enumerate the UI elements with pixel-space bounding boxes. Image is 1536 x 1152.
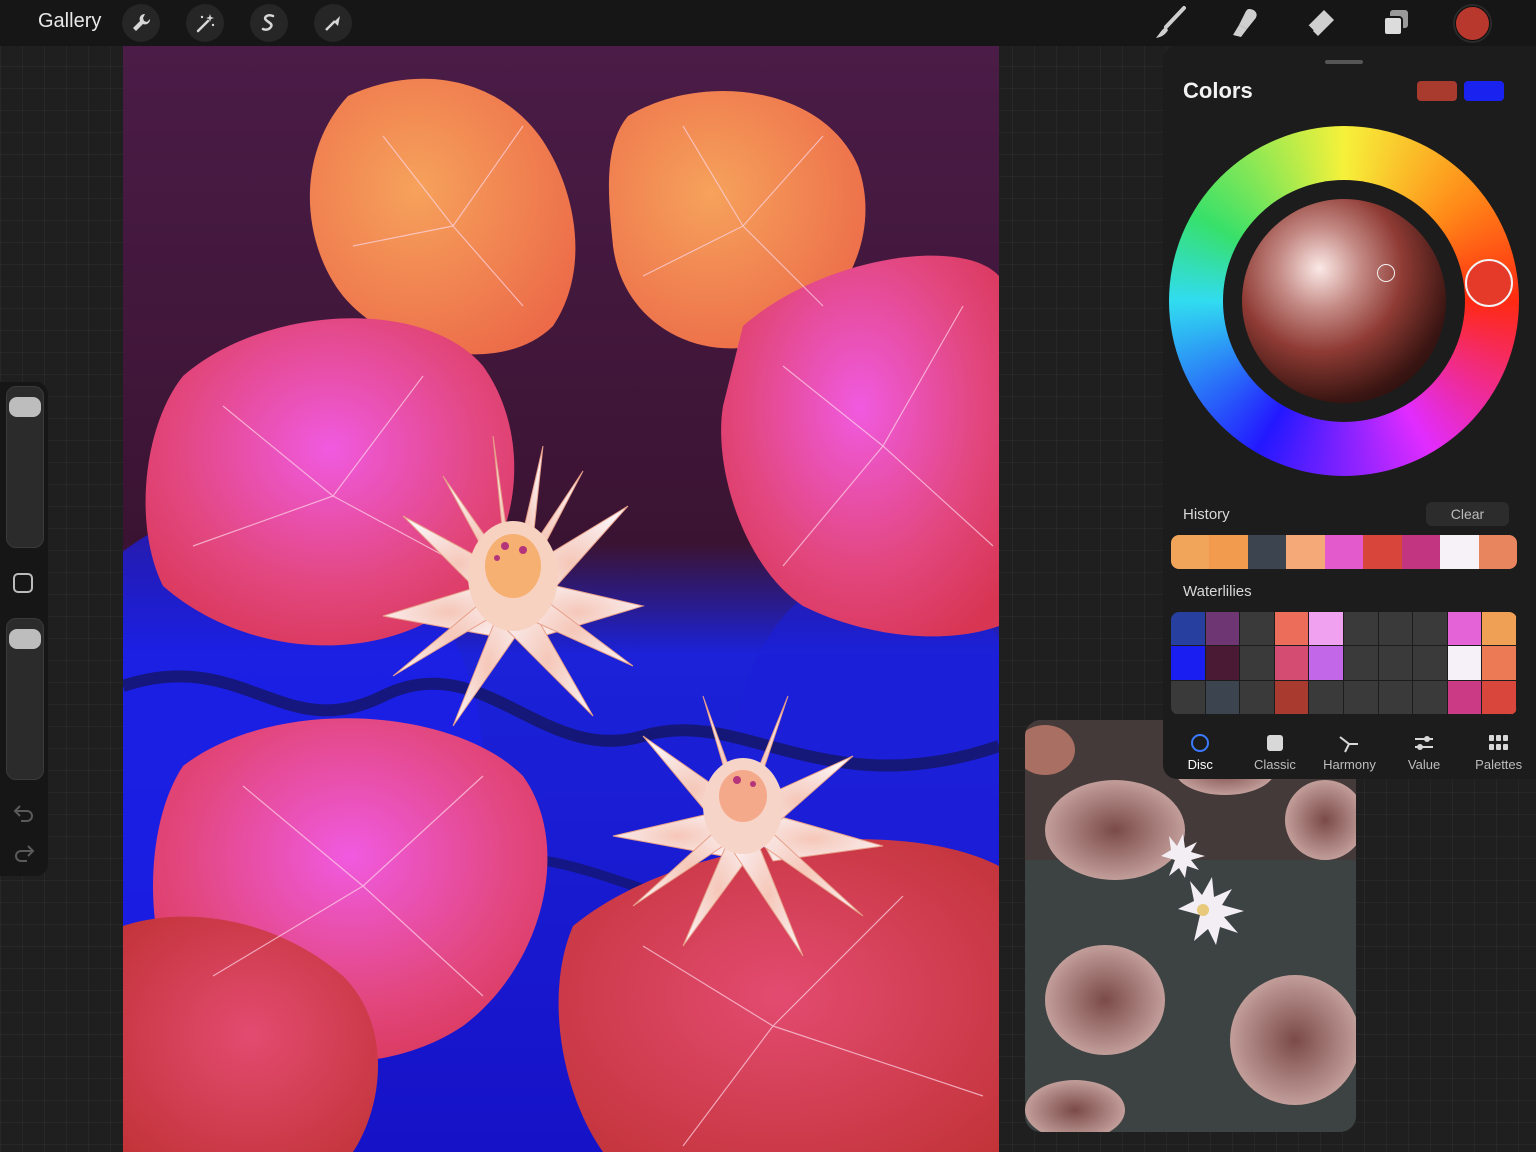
harmony-icon: [1338, 732, 1360, 754]
tab-disc[interactable]: Disc: [1163, 726, 1238, 776]
tab-classic[interactable]: Classic: [1238, 726, 1313, 776]
palette-swatch[interactable]: [1413, 680, 1448, 715]
color-mode-tabs: Disc Classic Harmony Value Palettes: [1163, 726, 1536, 776]
opacity-slider[interactable]: [6, 618, 44, 780]
palette-swatch[interactable]: [1274, 612, 1310, 647]
tab-label: Classic: [1253, 757, 1296, 772]
palette-swatch[interactable]: [1309, 646, 1344, 681]
sliders-icon: [1413, 732, 1435, 754]
palette-swatch[interactable]: [1240, 646, 1275, 681]
history-swatches: [1171, 535, 1517, 569]
palette-swatch[interactable]: [1378, 646, 1414, 681]
colors-panel: Colors History Clear Waterlilies Disc Cl…: [1163, 46, 1536, 779]
palette-name: Waterlilies: [1183, 583, 1252, 600]
hue-picker-handle[interactable]: [1465, 259, 1513, 307]
palette-grid: [1171, 612, 1517, 715]
color-disc[interactable]: [1169, 126, 1519, 476]
palette-swatch[interactable]: [1343, 612, 1379, 647]
palette-swatch[interactable]: [1447, 646, 1483, 681]
palette-swatch[interactable]: [1343, 646, 1379, 681]
palette-swatch[interactable]: [1309, 680, 1344, 715]
palette-swatch[interactable]: [1447, 680, 1483, 715]
eraser-icon[interactable]: [1300, 4, 1340, 42]
drawing-canvas[interactable]: [123, 46, 999, 1152]
magic-wand-icon[interactable]: [186, 4, 224, 42]
secondary-color-swatch[interactable]: [1464, 81, 1504, 101]
palette-swatch[interactable]: [1171, 612, 1206, 647]
panel-title: Colors: [1183, 78, 1253, 103]
gallery-button[interactable]: Gallery: [38, 10, 101, 33]
primary-color-swatch[interactable]: [1417, 81, 1457, 101]
palette-swatch[interactable]: [1274, 680, 1310, 715]
brush-size-slider[interactable]: [6, 386, 44, 548]
history-swatch[interactable]: [1363, 535, 1402, 569]
wrench-icon[interactable]: [122, 4, 160, 42]
sb-picker-handle[interactable]: [1377, 264, 1395, 282]
palette-swatch[interactable]: [1205, 646, 1241, 681]
history-swatch[interactable]: [1171, 535, 1210, 569]
disc-icon: [1189, 732, 1211, 754]
palette-swatch[interactable]: [1240, 612, 1275, 647]
redo-icon[interactable]: [12, 842, 36, 864]
undo-icon[interactable]: [12, 802, 36, 824]
history-swatch[interactable]: [1209, 535, 1248, 569]
top-toolbar: Gallery: [0, 0, 1536, 46]
palette-swatch[interactable]: [1205, 680, 1241, 715]
history-swatch[interactable]: [1247, 535, 1287, 569]
clear-history-button[interactable]: Clear: [1426, 502, 1509, 526]
history-swatch[interactable]: [1478, 535, 1517, 569]
palette-swatch[interactable]: [1171, 680, 1206, 715]
panel-grabber[interactable]: [1325, 60, 1363, 64]
palette-swatch[interactable]: [1482, 646, 1517, 681]
palette-swatch[interactable]: [1447, 612, 1483, 647]
square-icon: [1264, 732, 1286, 754]
modify-button[interactable]: [13, 573, 33, 593]
palette-swatch[interactable]: [1240, 680, 1275, 715]
palette-swatch[interactable]: [1205, 612, 1241, 647]
reference-image[interactable]: [1025, 720, 1356, 1132]
tab-value[interactable]: Value: [1387, 726, 1462, 776]
palette-swatch[interactable]: [1171, 646, 1206, 681]
history-swatch[interactable]: [1401, 535, 1441, 569]
tab-label: Harmony: [1323, 757, 1376, 772]
grid-icon: [1488, 732, 1510, 754]
tab-label: Palettes: [1475, 757, 1523, 772]
palette-swatch[interactable]: [1343, 680, 1379, 715]
palette-swatch[interactable]: [1274, 646, 1310, 681]
history-swatch[interactable]: [1440, 535, 1479, 569]
left-sidebar: [0, 382, 48, 876]
history-swatch[interactable]: [1286, 535, 1325, 569]
tab-palettes[interactable]: Palettes: [1461, 726, 1536, 776]
palette-swatch[interactable]: [1482, 680, 1517, 715]
selection-icon[interactable]: [250, 4, 288, 42]
opacity-thumb[interactable]: [9, 629, 41, 649]
brush-size-thumb[interactable]: [9, 397, 41, 417]
smudge-icon[interactable]: [1225, 4, 1265, 42]
palette-swatch[interactable]: [1413, 646, 1448, 681]
palette-swatch[interactable]: [1378, 680, 1414, 715]
layers-icon[interactable]: [1376, 4, 1416, 42]
saturation-brightness-disc[interactable]: [1242, 199, 1446, 403]
palette-swatch[interactable]: [1413, 612, 1448, 647]
history-swatch[interactable]: [1324, 535, 1364, 569]
history-label: History: [1183, 506, 1230, 523]
palette-swatch[interactable]: [1309, 612, 1344, 647]
current-color-button[interactable]: [1455, 6, 1490, 41]
tab-label: Disc: [1187, 757, 1213, 772]
tab-label: Value: [1407, 757, 1441, 772]
brush-icon[interactable]: [1150, 4, 1190, 42]
palette-swatch[interactable]: [1378, 612, 1414, 647]
palette-swatch[interactable]: [1482, 612, 1517, 647]
transform-arrow-icon[interactable]: [314, 4, 352, 42]
tab-harmony[interactable]: Harmony: [1312, 726, 1387, 776]
